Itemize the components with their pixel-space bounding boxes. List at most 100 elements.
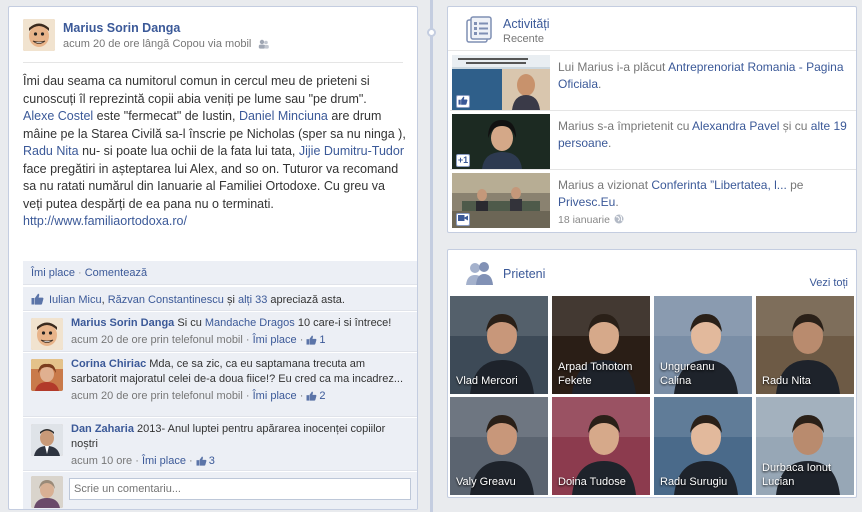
comment-meta: acum 20 de ore prin telefonul mobil · Îm… bbox=[71, 390, 326, 402]
activity-item: Marius a vizionat Conferinta ”Libertatea… bbox=[450, 171, 856, 229]
post-body: Îmi dau seama ca numitorul comun in cerc… bbox=[23, 73, 407, 231]
comment-item: Dan Zaharia 2013- Anul luptei pentru apă… bbox=[23, 418, 417, 471]
friend-tile[interactable]: Arpad Tohotom Fekete bbox=[552, 296, 650, 394]
globe-public-icon[interactable] bbox=[614, 214, 624, 224]
activity-middle: și cu bbox=[779, 119, 811, 133]
comment-author[interactable]: Dan Zaharia bbox=[71, 423, 134, 435]
comment-like-button[interactable]: Îmi place bbox=[253, 334, 297, 346]
activity-suffix: . bbox=[615, 194, 619, 209]
friend-tile[interactable]: Ungureanu Calina bbox=[654, 296, 752, 394]
post-text-part: nu- si poate lua ochii de la fata lui ta… bbox=[78, 144, 299, 158]
comment-like-button[interactable]: Îmi place bbox=[142, 455, 186, 467]
video-icon bbox=[458, 215, 468, 221]
friend-tile[interactable]: Radu Surugiu bbox=[654, 397, 752, 495]
mention-radu-nita[interactable]: Radu Nita bbox=[23, 144, 79, 158]
timeline-post: Marius Sorin Danga acum 20 de ore lângă … bbox=[8, 6, 418, 510]
comment-timestamp: acum 10 ore bbox=[71, 455, 133, 467]
cartoon-avatar-icon bbox=[31, 318, 63, 350]
comment-timestamp: acum 20 de ore prin telefonul mobil bbox=[71, 334, 243, 346]
post-author-name[interactable]: Marius Sorin Danga bbox=[63, 21, 180, 35]
comment-item: Corina Chiriac Mda, ce sa zic, ca eu sap… bbox=[23, 353, 417, 417]
comment-like-button[interactable]: Îmi place bbox=[253, 390, 297, 402]
comment-input[interactable] bbox=[69, 478, 411, 500]
like-button[interactable]: Îmi place bbox=[31, 267, 75, 279]
friend-tile[interactable]: Vlad Mercori bbox=[450, 296, 548, 394]
liker-razvan-constantinescu[interactable]: Răzvan Constantinescu bbox=[108, 294, 224, 306]
friend-name: Vlad Mercori bbox=[456, 375, 518, 387]
friend-name: Valy Greavu bbox=[456, 476, 516, 488]
friend-name: Ungureanu Calina bbox=[660, 361, 715, 387]
mention-alexe-costel[interactable]: Alexe Costel bbox=[23, 109, 93, 123]
person-photo-icon bbox=[31, 424, 63, 456]
activity-link[interactable]: Alexandra Pavel bbox=[692, 119, 779, 133]
friend-name: Arpad Tohotom Fekete bbox=[558, 361, 633, 387]
activity-middle: pe bbox=[786, 178, 804, 192]
comment-mention[interactable]: Mandache Dragos bbox=[205, 317, 295, 329]
comment-item: Marius Sorin Danga Si cu Mandache Dragos… bbox=[23, 312, 417, 352]
activity-text: Lui Marius i-a plăcut Antreprenoriat Rom… bbox=[558, 59, 850, 92]
commenter-avatar[interactable] bbox=[31, 424, 63, 456]
activity-thumbnail[interactable] bbox=[452, 173, 550, 228]
post-text-part: este "fermecat" de Iustin, bbox=[93, 109, 239, 123]
activity-text: Marius a vizionat Conferinta ”Libertatea… bbox=[558, 177, 850, 229]
thumbs-up-icon bbox=[306, 335, 317, 345]
commenter-avatar[interactable] bbox=[31, 318, 63, 350]
activity-prefix: Marius a vizionat bbox=[558, 178, 652, 192]
likers-others-link[interactable]: alți 33 bbox=[238, 294, 267, 306]
activity-link-site[interactable]: Privesc.Eu bbox=[558, 195, 615, 209]
audience-friends-icon[interactable] bbox=[258, 39, 270, 49]
comment-like-count[interactable]: 3 bbox=[196, 455, 215, 467]
activity-header: Activități Recente bbox=[448, 7, 856, 51]
friends-icon bbox=[466, 262, 493, 285]
comment-like-count[interactable]: 1 bbox=[306, 334, 326, 346]
see-all-friends-link[interactable]: Vezi toți bbox=[809, 277, 848, 289]
likes-suffix: apreciază asta. bbox=[267, 294, 345, 306]
post-actions: Îmi place · Comentează bbox=[23, 261, 417, 285]
write-comment bbox=[23, 472, 417, 509]
comment-meta: acum 20 de ore prin telefonul mobil · Îm… bbox=[71, 334, 326, 346]
activity-thumbnail[interactable] bbox=[452, 55, 550, 110]
comment-author[interactable]: Corina Chiriac bbox=[71, 358, 146, 370]
liker-iulian-micu[interactable]: Iulian Micu bbox=[49, 294, 102, 306]
friend-tile[interactable]: Valy Greavu bbox=[450, 397, 548, 495]
timeline-spine bbox=[430, 0, 433, 512]
friend-add-badge-icon: +1 bbox=[456, 154, 470, 167]
activity-text: Marius s-a împrietenit cu Alexandra Pave… bbox=[558, 118, 850, 151]
activity-thumbnail[interactable]: +1 bbox=[452, 114, 550, 169]
comment-text: 10 care-i si întrece! bbox=[294, 317, 392, 329]
post-meta: acum 20 de ore lângă Copou via mobil bbox=[63, 38, 270, 50]
activity-date: 18 ianuarie bbox=[558, 212, 850, 229]
comment-body: Dan Zaharia 2013- Anul luptei pentru apă… bbox=[71, 422, 413, 469]
commenter-avatar[interactable] bbox=[31, 359, 63, 391]
thumbs-up-icon bbox=[31, 293, 44, 305]
friend-tile[interactable]: Doina Tudose bbox=[552, 397, 650, 495]
comment-button[interactable]: Comentează bbox=[85, 267, 147, 279]
activity-link[interactable]: Conferinta ”Libertatea, l... bbox=[651, 178, 786, 192]
likes-summary: Iulian Micu, Răzvan Constantinescu și al… bbox=[23, 287, 417, 311]
mention-jijie-dumitru-tudor[interactable]: Jijie Dumitru-Tudor bbox=[299, 144, 404, 158]
friend-name: Doina Tudose bbox=[558, 476, 626, 488]
friend-tile[interactable]: Radu Nita bbox=[756, 296, 854, 394]
post-external-link[interactable]: http://www.familiaortodoxa.ro/ bbox=[23, 214, 187, 228]
post-header: Marius Sorin Danga acum 20 de ore lângă … bbox=[23, 19, 403, 63]
thumbs-up-icon bbox=[196, 456, 207, 466]
thumbs-up-icon bbox=[458, 96, 468, 105]
post-timestamp[interactable]: acum 20 de ore lângă Copou via mobil bbox=[63, 38, 251, 50]
activity-list-icon bbox=[466, 16, 492, 43]
friend-tile[interactable]: Durbaca Ionut Lucian bbox=[756, 397, 854, 495]
activity-suffix: . bbox=[598, 76, 602, 91]
comment-meta: acum 10 ore · Îmi place · 3 bbox=[71, 455, 215, 467]
activity-title[interactable]: Activități bbox=[503, 17, 550, 31]
comment-author[interactable]: Marius Sorin Danga bbox=[71, 317, 174, 329]
viewer-avatar[interactable] bbox=[31, 476, 63, 508]
friend-name: Radu Surugiu bbox=[660, 476, 728, 488]
mention-daniel-minciuna[interactable]: Daniel Minciuna bbox=[239, 109, 328, 123]
comment-like-count[interactable]: 2 bbox=[306, 390, 326, 402]
post-author-avatar[interactable] bbox=[23, 19, 55, 51]
activity-item: +1 Marius s-a împrietenit cu Alexandra P… bbox=[450, 112, 856, 170]
activity-prefix: Marius s-a împrietenit cu bbox=[558, 119, 693, 133]
friends-title[interactable]: Prieteni bbox=[503, 267, 545, 281]
comment-body: Marius Sorin Danga Si cu Mandache Dragos… bbox=[71, 316, 413, 348]
person-photo-icon bbox=[31, 476, 63, 508]
activity-suffix: . bbox=[608, 135, 612, 150]
